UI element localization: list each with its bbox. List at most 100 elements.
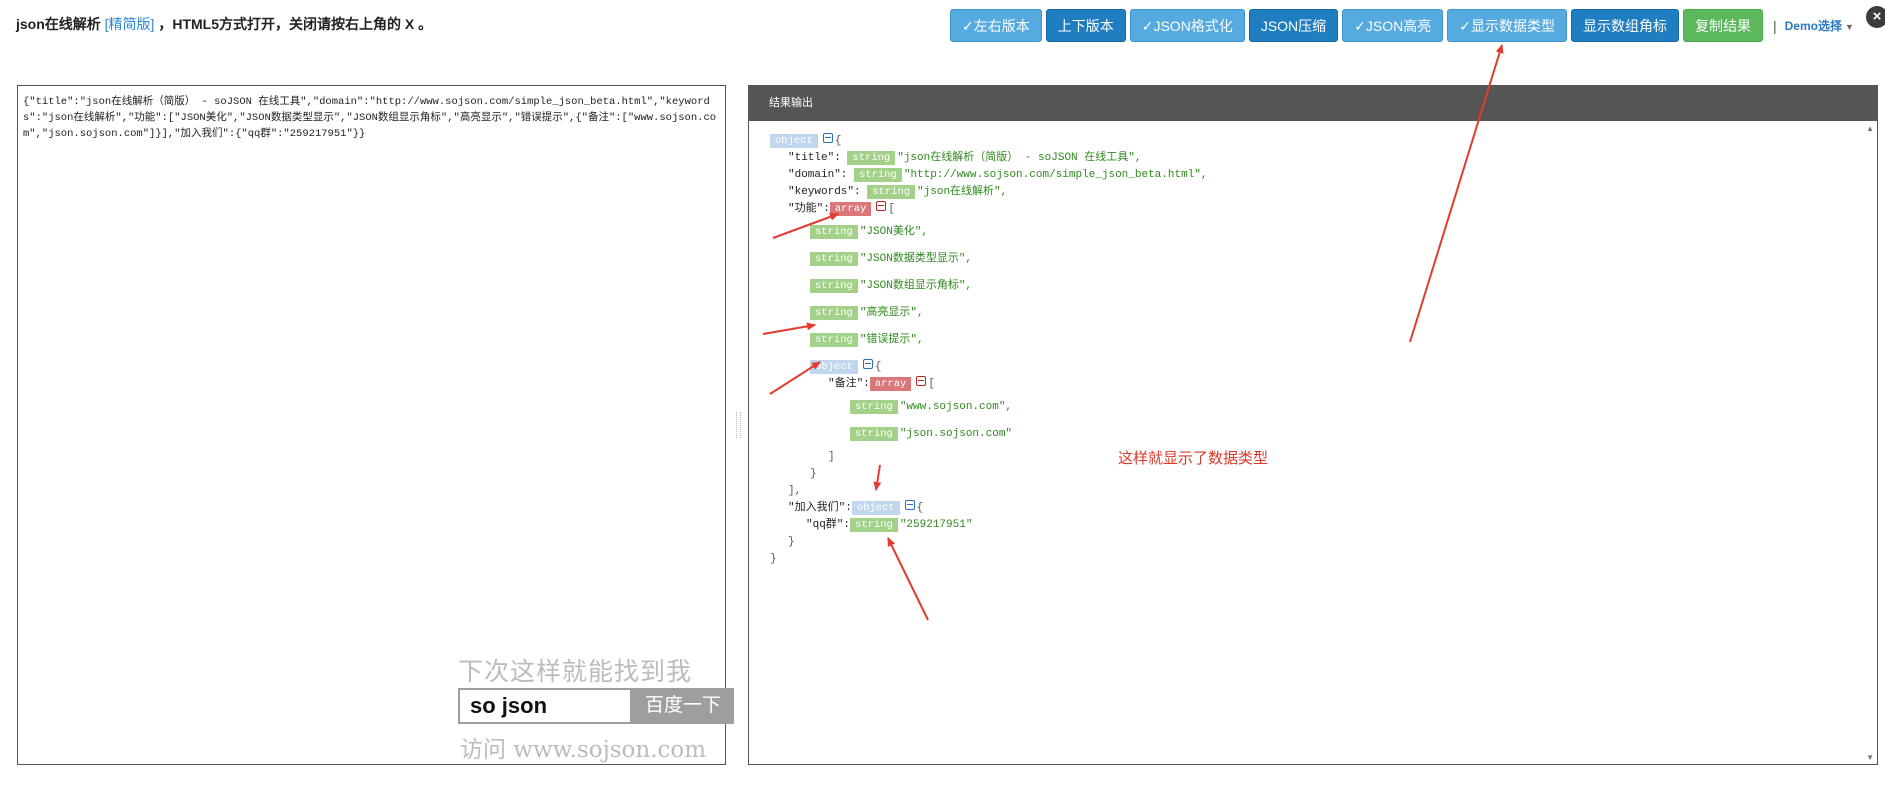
- brace: }: [770, 553, 777, 565]
- json-row-root: object {: [770, 133, 841, 149]
- type-tag-string: string: [810, 252, 858, 266]
- json-value: "错误提示",: [859, 334, 924, 346]
- json-key: "qq群":: [806, 519, 851, 531]
- type-tag-string: string: [810, 333, 858, 347]
- json-row-close-root: }: [770, 551, 777, 567]
- collapse-icon[interactable]: [916, 376, 927, 386]
- json-key: "备注":: [828, 378, 870, 390]
- json-value: "JSON数据类型显示",: [859, 253, 973, 265]
- bracket: ],: [788, 485, 802, 497]
- json-row-f1: string "JSON美化",: [810, 224, 928, 240]
- json-row-close-beizhu: ]: [828, 449, 835, 465]
- show-data-type-button[interactable]: ✓显示数据类型: [1447, 9, 1567, 42]
- json-row-b1: string "www.sojson.com",: [850, 399, 1012, 415]
- collapse-icon[interactable]: [876, 201, 887, 211]
- bracket: [: [928, 378, 935, 390]
- json-value: "259217951": [899, 519, 973, 531]
- type-tag-object: object: [770, 134, 818, 148]
- json-key: "加入我们":: [788, 502, 852, 514]
- json-row-jiaru: "加入我们": object {: [788, 500, 923, 516]
- brace: {: [834, 135, 842, 147]
- bracket: [: [888, 203, 895, 215]
- type-tag-object: object: [851, 501, 900, 515]
- brace: {: [874, 361, 882, 373]
- json-row-nested-object: object {: [810, 359, 881, 375]
- collapse-icon[interactable]: [822, 133, 833, 143]
- json-key: "功能":: [788, 203, 830, 215]
- collapse-icon[interactable]: [862, 359, 873, 369]
- page-title: json在线解析 [精简版] ，HTML5方式打开，关闭请按右上角的 X 。: [16, 14, 432, 34]
- json-row-close-gongneng: ],: [788, 483, 801, 499]
- json-compress-button[interactable]: JSON压缩: [1248, 9, 1339, 42]
- json-row-f3: string "JSON数组显示角标",: [810, 278, 972, 294]
- json-format-button[interactable]: ✓JSON格式化: [1129, 9, 1245, 42]
- type-tag-string: string: [850, 518, 898, 532]
- type-tag-array: array: [869, 377, 912, 391]
- ad-top-text: 下次这样就能找到我: [458, 657, 693, 686]
- title-suffix: ，HTML5方式打开，关闭请按右上角的 X 。: [158, 16, 433, 32]
- copy-result-button[interactable]: 复制结果: [1682, 9, 1763, 42]
- json-row-qq: "qq群": string "259217951": [806, 517, 972, 533]
- ad-search-box: so json 百度一下: [458, 688, 734, 724]
- json-row-f5: string "错误提示",: [810, 332, 924, 348]
- close-icon[interactable]: ×: [1866, 6, 1885, 28]
- left-right-version-button[interactable]: ✓左右版本: [950, 9, 1042, 42]
- json-row-close-nested: }: [810, 466, 817, 482]
- json-value: "json在线解析",: [917, 186, 1008, 198]
- json-input-text[interactable]: {"title":"json在线解析（简版） - soJSON 在线工具","d…: [18, 86, 725, 150]
- bracket: ]: [828, 451, 835, 463]
- json-key: "domain":: [788, 169, 848, 181]
- result-header: 结果输出: [749, 86, 1877, 121]
- json-row-beizhu: "备注": array [: [828, 376, 935, 392]
- demo-select-label: Demo选择: [1784, 19, 1842, 33]
- edition-link[interactable]: [精简版]: [105, 16, 155, 32]
- ad-search-input: so json: [458, 688, 632, 724]
- json-row-f2: string "JSON数据类型显示",: [810, 251, 972, 267]
- show-array-index-button[interactable]: 显示数组角标: [1570, 9, 1679, 42]
- type-tag-string: string: [854, 168, 902, 182]
- json-value: "http://www.sojson.com/simple_json_beta.…: [903, 169, 1208, 181]
- json-row-keywords: "keywords": string "json在线解析",: [788, 184, 1007, 200]
- brace: }: [810, 468, 817, 480]
- json-row-gongneng: "功能": array [: [788, 201, 895, 217]
- type-tag-string: string: [867, 185, 916, 199]
- type-tag-string: string: [850, 400, 898, 414]
- baidu-ad: 下次这样就能找到我 so json 百度一下 访问 www.sojson.com: [458, 652, 734, 764]
- demo-select-dropdown[interactable]: Demo选择 ▼: [1785, 17, 1854, 34]
- json-value: "json.sojson.com": [899, 428, 1013, 440]
- json-key: "keywords":: [788, 186, 861, 198]
- scroll-up-icon[interactable]: ▲: [1866, 124, 1874, 133]
- type-tag-object: object: [810, 360, 858, 374]
- json-highlight-button[interactable]: ✓JSON高亮: [1342, 9, 1444, 42]
- json-row-f4: string "高亮显示",: [810, 305, 924, 321]
- brace: {: [916, 502, 924, 514]
- type-tag-string: string: [810, 306, 858, 320]
- panel-splitter-handle[interactable]: [736, 412, 741, 438]
- scroll-down-icon[interactable]: ▼: [1866, 753, 1874, 762]
- json-row-title: "title": string "json在线解析（简版） - soJSON 在线…: [788, 150, 1141, 166]
- toolbar-separator: |: [1772, 17, 1777, 34]
- type-tag-array: array: [829, 202, 872, 216]
- json-value: "JSON数组显示角标",: [859, 280, 973, 292]
- ad-bottom-text: 访问 www.sojson.com: [460, 737, 707, 763]
- caret-down-icon: ▼: [1844, 22, 1854, 32]
- toolbar: ✓左右版本 上下版本 ✓JSON格式化 JSON压缩 ✓JSON高亮 ✓显示数据…: [950, 9, 1854, 42]
- json-row-b2: string "json.sojson.com": [850, 426, 1012, 442]
- top-bottom-version-button[interactable]: 上下版本: [1045, 9, 1126, 42]
- collapse-icon[interactable]: [904, 500, 915, 510]
- json-row-domain: "domain": string "http://www.sojson.com/s…: [788, 167, 1208, 183]
- title-prefix: json在线解析: [16, 16, 101, 32]
- json-value: "json在线解析（简版） - soJSON 在线工具",: [897, 152, 1142, 164]
- brace: }: [788, 536, 795, 548]
- type-tag-string: string: [810, 279, 858, 293]
- json-value: "JSON美化",: [859, 226, 929, 238]
- json-value: "www.sojson.com",: [899, 401, 1013, 413]
- ad-search-button: 百度一下: [632, 688, 734, 724]
- json-key: "title":: [788, 152, 841, 164]
- json-input-editor[interactable]: {"title":"json在线解析（简版） - soJSON 在线工具","d…: [17, 85, 734, 765]
- type-tag-string: string: [847, 151, 896, 165]
- annotation-text: 这样就显示了数据类型: [1118, 450, 1269, 467]
- json-value: "高亮显示",: [859, 307, 924, 319]
- type-tag-string: string: [810, 225, 858, 239]
- json-row-close-jiaru: }: [788, 534, 795, 550]
